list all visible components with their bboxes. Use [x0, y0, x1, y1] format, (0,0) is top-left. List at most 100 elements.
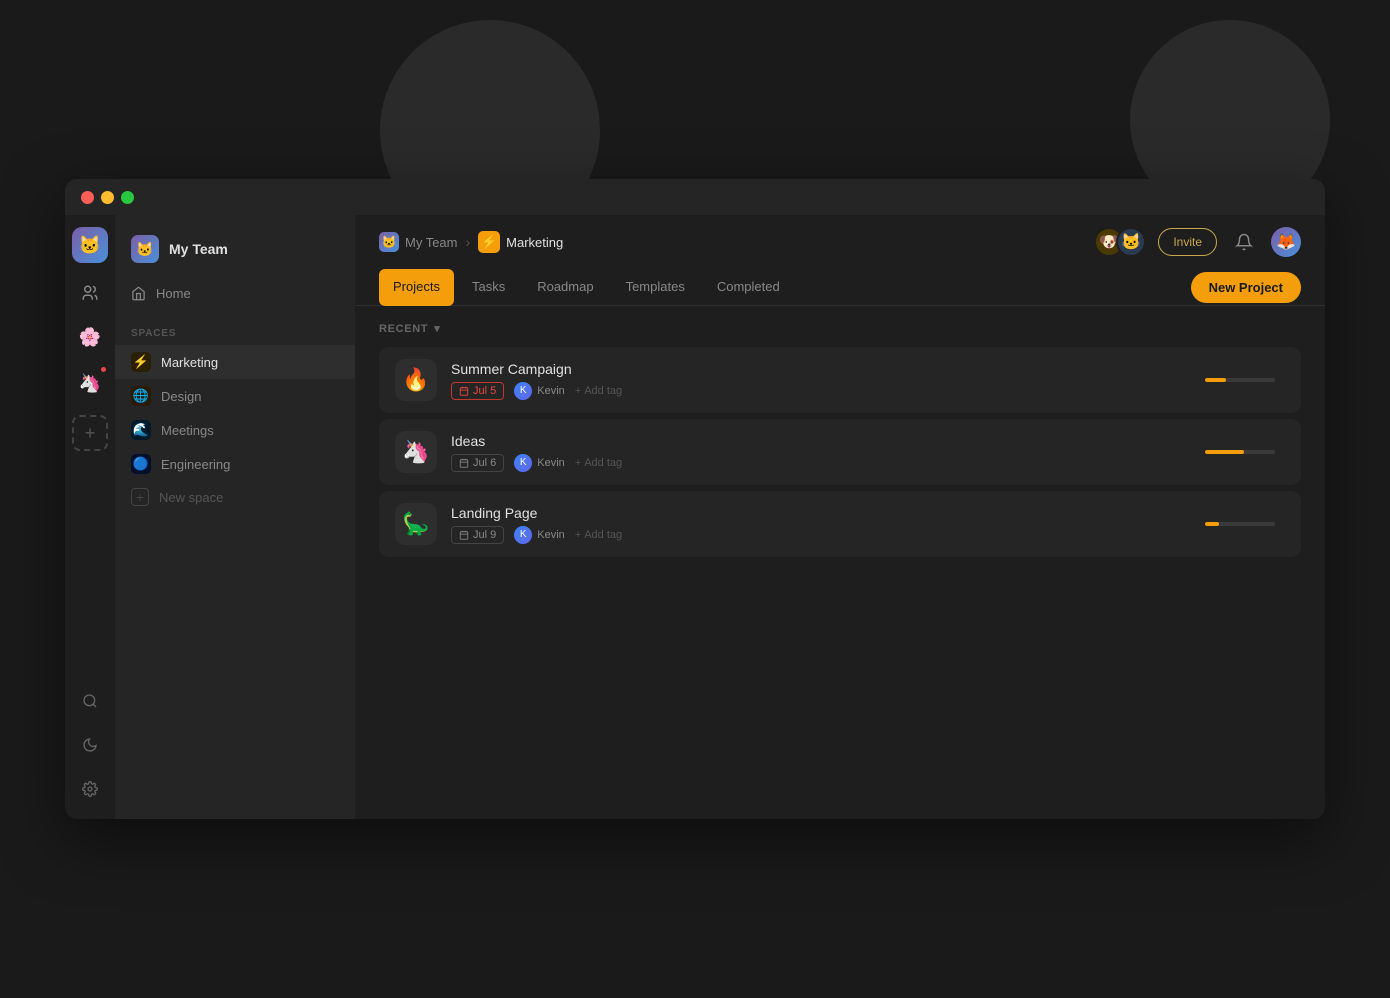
projects-area: RECENT ▾ 🔥 Summer Campaign Jul 5 [355, 306, 1325, 819]
recent-label: RECENT [379, 323, 428, 335]
project-date-ideas[interactable]: Jul 6 [451, 454, 504, 472]
breadcrumb-team-icon: 🐱 [379, 232, 399, 252]
workspace-avatar[interactable]: 🐱 [72, 227, 108, 263]
progress-bar-ideas [1205, 450, 1285, 454]
assignee-avatar-summer: K [514, 382, 532, 400]
new-space-button[interactable]: + New space [115, 481, 355, 513]
sidebar-item-meetings[interactable]: 🌊 Meetings [115, 413, 355, 447]
project-icon-ideas: 🦄 [395, 431, 437, 473]
breadcrumb-page-label: Marketing [506, 235, 563, 250]
top-header: 🐱 My Team › ⚡ Marketing 🐶 🐱 Invite [355, 215, 1325, 269]
sidebar-item-marketing[interactable]: ⚡ Marketing [115, 345, 355, 379]
tabs-bar: Projects Tasks Roadmap Templates Complet… [355, 269, 1325, 306]
search-icon-btn[interactable] [72, 683, 108, 719]
project-meta-landing: Jul 9 K Kevin + Add tag [451, 526, 1191, 544]
project-assignee-ideas[interactable]: K Kevin [514, 454, 565, 472]
new-space-plus-icon: + [131, 488, 149, 506]
sidebar-marketing-label: Marketing [161, 355, 218, 370]
new-space-label: New space [159, 490, 223, 505]
main-content: 🐱 My Team › ⚡ Marketing 🐶 🐱 Invite [355, 215, 1325, 819]
progress-fill-landing [1205, 522, 1219, 526]
moon-icon-btn[interactable] [72, 727, 108, 763]
project-assignee-landing[interactable]: K Kevin [514, 526, 565, 544]
header-avatar-2: 🐱 [1116, 227, 1146, 257]
team-name: My Team [169, 241, 228, 257]
notification-button[interactable] [1229, 227, 1259, 257]
minimize-button[interactable] [101, 191, 114, 204]
breadcrumb-team-label: My Team [405, 235, 458, 250]
project-card-summer-campaign[interactable]: 🔥 Summer Campaign Jul 5 K Kevin [379, 347, 1301, 413]
close-button[interactable] [81, 191, 94, 204]
sidebar: 🐱 My Team Home SPACES ⚡ Marketing [115, 215, 355, 819]
project-title-summer: Summer Campaign [451, 361, 1191, 377]
main-layout: 🐱 🌸 🦄 + [65, 215, 1325, 819]
breadcrumb-current: ⚡ Marketing [478, 231, 563, 253]
maximize-button[interactable] [121, 191, 134, 204]
tab-completed[interactable]: Completed [703, 269, 794, 306]
assignee-avatar-landing: K [514, 526, 532, 544]
project-card-landing-page[interactable]: 🦕 Landing Page Jul 9 K Kevin [379, 491, 1301, 557]
progress-fill-summer [1205, 378, 1226, 382]
tab-roadmap[interactable]: Roadmap [523, 269, 607, 306]
header-avatars: 🐶 🐱 [1094, 227, 1146, 257]
section-header-recent[interactable]: RECENT ▾ [379, 322, 1301, 335]
project-info-summer: Summer Campaign Jul 5 K Kevin + [451, 361, 1191, 400]
progress-bar-summer [1205, 378, 1285, 382]
add-tag-plus-icon: + [575, 457, 581, 469]
new-project-button[interactable]: New Project [1191, 272, 1301, 303]
workspace-flower[interactable]: 🌸 [72, 319, 108, 355]
sidebar-team[interactable]: 🐱 My Team [115, 227, 355, 271]
icon-bar: 🐱 🌸 🦄 + [65, 215, 115, 819]
user-avatar-header[interactable]: 🦊 [1271, 227, 1301, 257]
add-tag-landing[interactable]: + Add tag [575, 529, 622, 541]
workspace-unicorn[interactable]: 🦄 [72, 365, 108, 401]
progress-fill-ideas [1205, 450, 1244, 454]
breadcrumb-team[interactable]: 🐱 My Team [379, 232, 458, 252]
project-card-ideas[interactable]: 🦄 Ideas Jul 6 K Kevin [379, 419, 1301, 485]
project-icon-landing: 🦕 [395, 503, 437, 545]
project-date-summer[interactable]: Jul 5 [451, 382, 504, 400]
project-meta-ideas: Jul 6 K Kevin + Add tag [451, 454, 1191, 472]
settings-icon-btn[interactable] [72, 771, 108, 807]
tab-projects[interactable]: Projects [379, 269, 454, 306]
sidebar-engineering-label: Engineering [161, 457, 230, 472]
breadcrumb-separator: › [466, 234, 471, 250]
progress-bar-landing [1205, 522, 1285, 526]
add-tag-landing-icon: + [575, 529, 581, 541]
project-assignee-summer[interactable]: K Kevin [514, 382, 565, 400]
assignee-avatar-ideas: K [514, 454, 532, 472]
add-workspace-button[interactable]: + [72, 415, 108, 451]
meetings-space-icon: 🌊 [131, 420, 151, 440]
project-info-landing: Landing Page Jul 9 K Kevin + [451, 505, 1191, 544]
breadcrumb-marketing-icon: ⚡ [478, 231, 500, 253]
engineering-space-icon: 🔵 [131, 454, 151, 474]
add-tag-summer[interactable]: + Add tag [575, 385, 622, 397]
breadcrumb: 🐱 My Team › ⚡ Marketing [379, 231, 563, 253]
project-title-landing: Landing Page [451, 505, 1191, 521]
project-title-ideas: Ideas [451, 433, 1191, 449]
traffic-lights [81, 191, 134, 204]
project-date-landing[interactable]: Jul 9 [451, 526, 504, 544]
sidebar-item-design[interactable]: 🌐 Design [115, 379, 355, 413]
design-space-icon: 🌐 [131, 386, 151, 406]
sidebar-spaces-label: SPACES [115, 316, 355, 345]
sidebar-design-label: Design [161, 389, 201, 404]
project-icon-summer: 🔥 [395, 359, 437, 401]
people-icon-btn[interactable] [72, 275, 108, 311]
app-window: 🐱 🌸 🦄 + [65, 179, 1325, 819]
tab-templates[interactable]: Templates [612, 269, 699, 306]
tabs: Projects Tasks Roadmap Templates Complet… [379, 269, 794, 305]
recent-chevron-icon: ▾ [434, 322, 440, 335]
team-avatar: 🐱 [131, 235, 159, 263]
sidebar-item-engineering[interactable]: 🔵 Engineering [115, 447, 355, 481]
sidebar-home-label: Home [156, 286, 191, 301]
invite-button[interactable]: Invite [1158, 228, 1217, 256]
sidebar-item-home[interactable]: Home [115, 279, 355, 308]
add-tag-ideas[interactable]: + Add tag [575, 457, 622, 469]
project-meta-summer: Jul 5 K Kevin + Add tag [451, 382, 1191, 400]
add-tag-icon: + [575, 385, 581, 397]
header-right: 🐶 🐱 Invite 🦊 [1094, 227, 1301, 257]
tab-tasks[interactable]: Tasks [458, 269, 519, 306]
title-bar [65, 179, 1325, 215]
marketing-space-icon: ⚡ [131, 352, 151, 372]
